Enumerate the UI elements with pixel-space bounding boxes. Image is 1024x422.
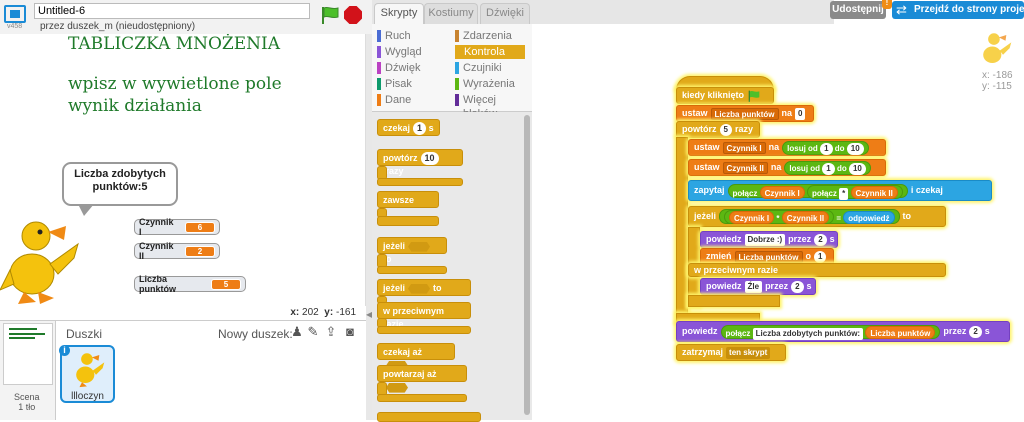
- stage-instruction-line1: wpisz w wywietlone pole: [68, 74, 282, 94]
- palette-if-else-block[interactable]: jeżeli to: [377, 279, 471, 296]
- repeat-block[interactable]: powtórz 5 razy: [676, 121, 760, 138]
- set-factor1-block[interactable]: ustaw Czynnik I na losuj od 1 do 10: [688, 139, 886, 156]
- tab-costumes[interactable]: Kostiumy: [424, 3, 478, 24]
- monitor-value: 5: [211, 278, 241, 290]
- palette-repeat-block[interactable]: powtórz 10 razy: [377, 149, 463, 176]
- category-events[interactable]: Zdarzenia: [455, 29, 525, 43]
- if-else-block[interactable]: jeżeli Czynnik I * Czynnik II = odpowied…: [688, 206, 946, 227]
- say-for-secs-block-2[interactable]: powiedz Źle przez 2 s: [700, 278, 816, 295]
- palette-if-else-end: [377, 326, 471, 334]
- duck-thumbnail-icon: [76, 353, 105, 388]
- monitor-liczba-punktow[interactable]: Liczba punktów 5: [134, 274, 246, 294]
- project-title-input[interactable]: [34, 3, 310, 19]
- category-data[interactable]: Dane: [377, 93, 447, 107]
- equals-reporter[interactable]: Czynnik I * Czynnik II = odpowiedź: [719, 209, 900, 224]
- share-button[interactable]: Udostępnij: [830, 1, 886, 19]
- info-icon[interactable]: i: [59, 345, 70, 356]
- scene-label: Scena 1 tło: [14, 392, 40, 412]
- stage-instruction-line2: wynik działania: [68, 96, 202, 116]
- set-factor2-block[interactable]: ustaw Czynnik II na losuj od 1 do 10: [688, 159, 886, 176]
- category-pen[interactable]: Pisak: [377, 77, 447, 91]
- category-more-blocks[interactable]: Więcej bloków: [455, 93, 525, 120]
- monitor-value: 2: [185, 245, 215, 257]
- fullscreen-icon[interactable]: [4, 5, 26, 23]
- palette-scrollbar[interactable]: [524, 115, 530, 415]
- category-sensing[interactable]: Czujniki: [455, 61, 525, 75]
- stage-title-text: TABLICZKA MNOŻENIA: [68, 34, 281, 54]
- monitor-czynnik-ii[interactable]: Czynnik II 2: [134, 241, 220, 261]
- palette-forever-end: [377, 216, 439, 226]
- say-for-secs-block[interactable]: powiedz Dobrze :) przez 2 s: [700, 231, 838, 248]
- green-flag-icon[interactable]: [320, 6, 340, 24]
- palette-repeat-until-block[interactable]: powtarzaj aż: [377, 365, 467, 393]
- when-flag-clicked-block[interactable]: kiedy kliknięto: [676, 87, 774, 104]
- version-label: v458: [7, 23, 23, 30]
- author-label: przez duszek_m (nieudostępniony): [40, 21, 196, 32]
- ask-and-wait-block[interactable]: zapytaj połącz Czynnik I połącz * Czynni…: [688, 180, 992, 201]
- palette-next-block[interactable]: [377, 412, 481, 422]
- join-reporter[interactable]: połącz Czynnik I połącz * Czynnik II: [727, 183, 908, 200]
- share-alert-badge: !: [882, 0, 892, 9]
- bubble-line1: Liczba zdobytych: [74, 168, 166, 180]
- sprites-title: Duszki: [66, 327, 103, 341]
- sprite-name: llloczyn: [71, 391, 104, 402]
- repeat-block-arm: [676, 137, 688, 323]
- scene-thumbnail[interactable]: [3, 323, 53, 385]
- monitor-czynnik-i[interactable]: Czynnik I 6: [134, 217, 220, 237]
- multiply-reporter[interactable]: Czynnik I * Czynnik II: [724, 210, 835, 224]
- current-sprite-icon: [983, 33, 1012, 64]
- bubble-line2: punktów:5: [92, 181, 148, 193]
- join-reporter[interactable]: połącz Liczba zdobytych punktów: Liczba …: [720, 324, 941, 340]
- palette-wait-until-block[interactable]: czekaj aż: [377, 343, 455, 371]
- palette-if-block[interactable]: jeżelito: [377, 237, 447, 264]
- sprite-position: x: -186 y: -115: [982, 70, 1013, 92]
- monitor-label: Liczba punktów: [139, 274, 176, 294]
- category-looks[interactable]: Wygląd: [377, 45, 447, 59]
- set-variable-block[interactable]: ustaw Liczba punktów na 0: [676, 105, 814, 122]
- stop-icon[interactable]: [344, 6, 362, 24]
- if-else-end: [688, 295, 780, 307]
- category-control[interactable]: Kontrola: [455, 45, 525, 59]
- camera-icon[interactable]: ◙: [343, 325, 357, 339]
- swap-arrows-icon: ⇄: [896, 2, 907, 17]
- sprite-library-icon[interactable]: ♟: [290, 325, 304, 339]
- monitor-label: Czynnik II: [139, 241, 174, 261]
- category-sound[interactable]: Dźwięk: [377, 61, 447, 75]
- join-reporter-inner[interactable]: połącz * Czynnik II: [807, 184, 903, 200]
- palette-wait-block[interactable]: czekaj 1 s: [377, 119, 440, 136]
- upload-icon[interactable]: ⇪: [324, 325, 338, 339]
- duck-sprite-icon[interactable]: [0, 214, 82, 306]
- mouse-coords: x: 202 y: -161: [290, 307, 356, 318]
- else-label: w przeciwnym razie: [688, 263, 946, 277]
- palette-forever-block[interactable]: zawsze: [377, 191, 439, 208]
- block-categories: Ruch Zdarzenia Wygląd Kontrola Dźwięk Cz…: [372, 24, 532, 120]
- green-flag-icon: [748, 90, 760, 102]
- stop-block[interactable]: zatrzymaj ten skrypt: [676, 344, 786, 361]
- speech-bubble: Liczba zdobytych punktów:5: [62, 162, 178, 206]
- mouse-coords-bar: x: 202 y: -161: [0, 306, 366, 320]
- monitor-value: 6: [185, 221, 215, 233]
- random-reporter[interactable]: losuj od 1 do 10: [782, 140, 869, 155]
- palette-repeat-until-end: [377, 394, 467, 402]
- tab-sounds[interactable]: Dźwięki: [480, 3, 530, 24]
- tab-scripts[interactable]: Skrypty: [374, 3, 424, 24]
- palette-else-label: w przeciwnym razie: [377, 302, 471, 329]
- palette-repeat-end: [377, 178, 463, 186]
- category-operators[interactable]: Wyrażenia: [455, 77, 525, 91]
- new-sprite-label: Nowy duszek:: [218, 327, 293, 341]
- category-motion[interactable]: Ruch: [377, 29, 447, 43]
- monitor-label: Czynnik I: [139, 217, 174, 237]
- random-reporter[interactable]: losuj od 1 do 10: [784, 160, 871, 175]
- palette-if-end: [377, 266, 447, 274]
- say-total-block[interactable]: powiedz połącz Liczba zdobytych punktów:…: [676, 321, 1010, 342]
- stage[interactable]: TABLICZKA MNOŻENIA wpisz w wywietlone po…: [0, 34, 366, 306]
- paint-brush-icon[interactable]: ✎: [306, 325, 320, 339]
